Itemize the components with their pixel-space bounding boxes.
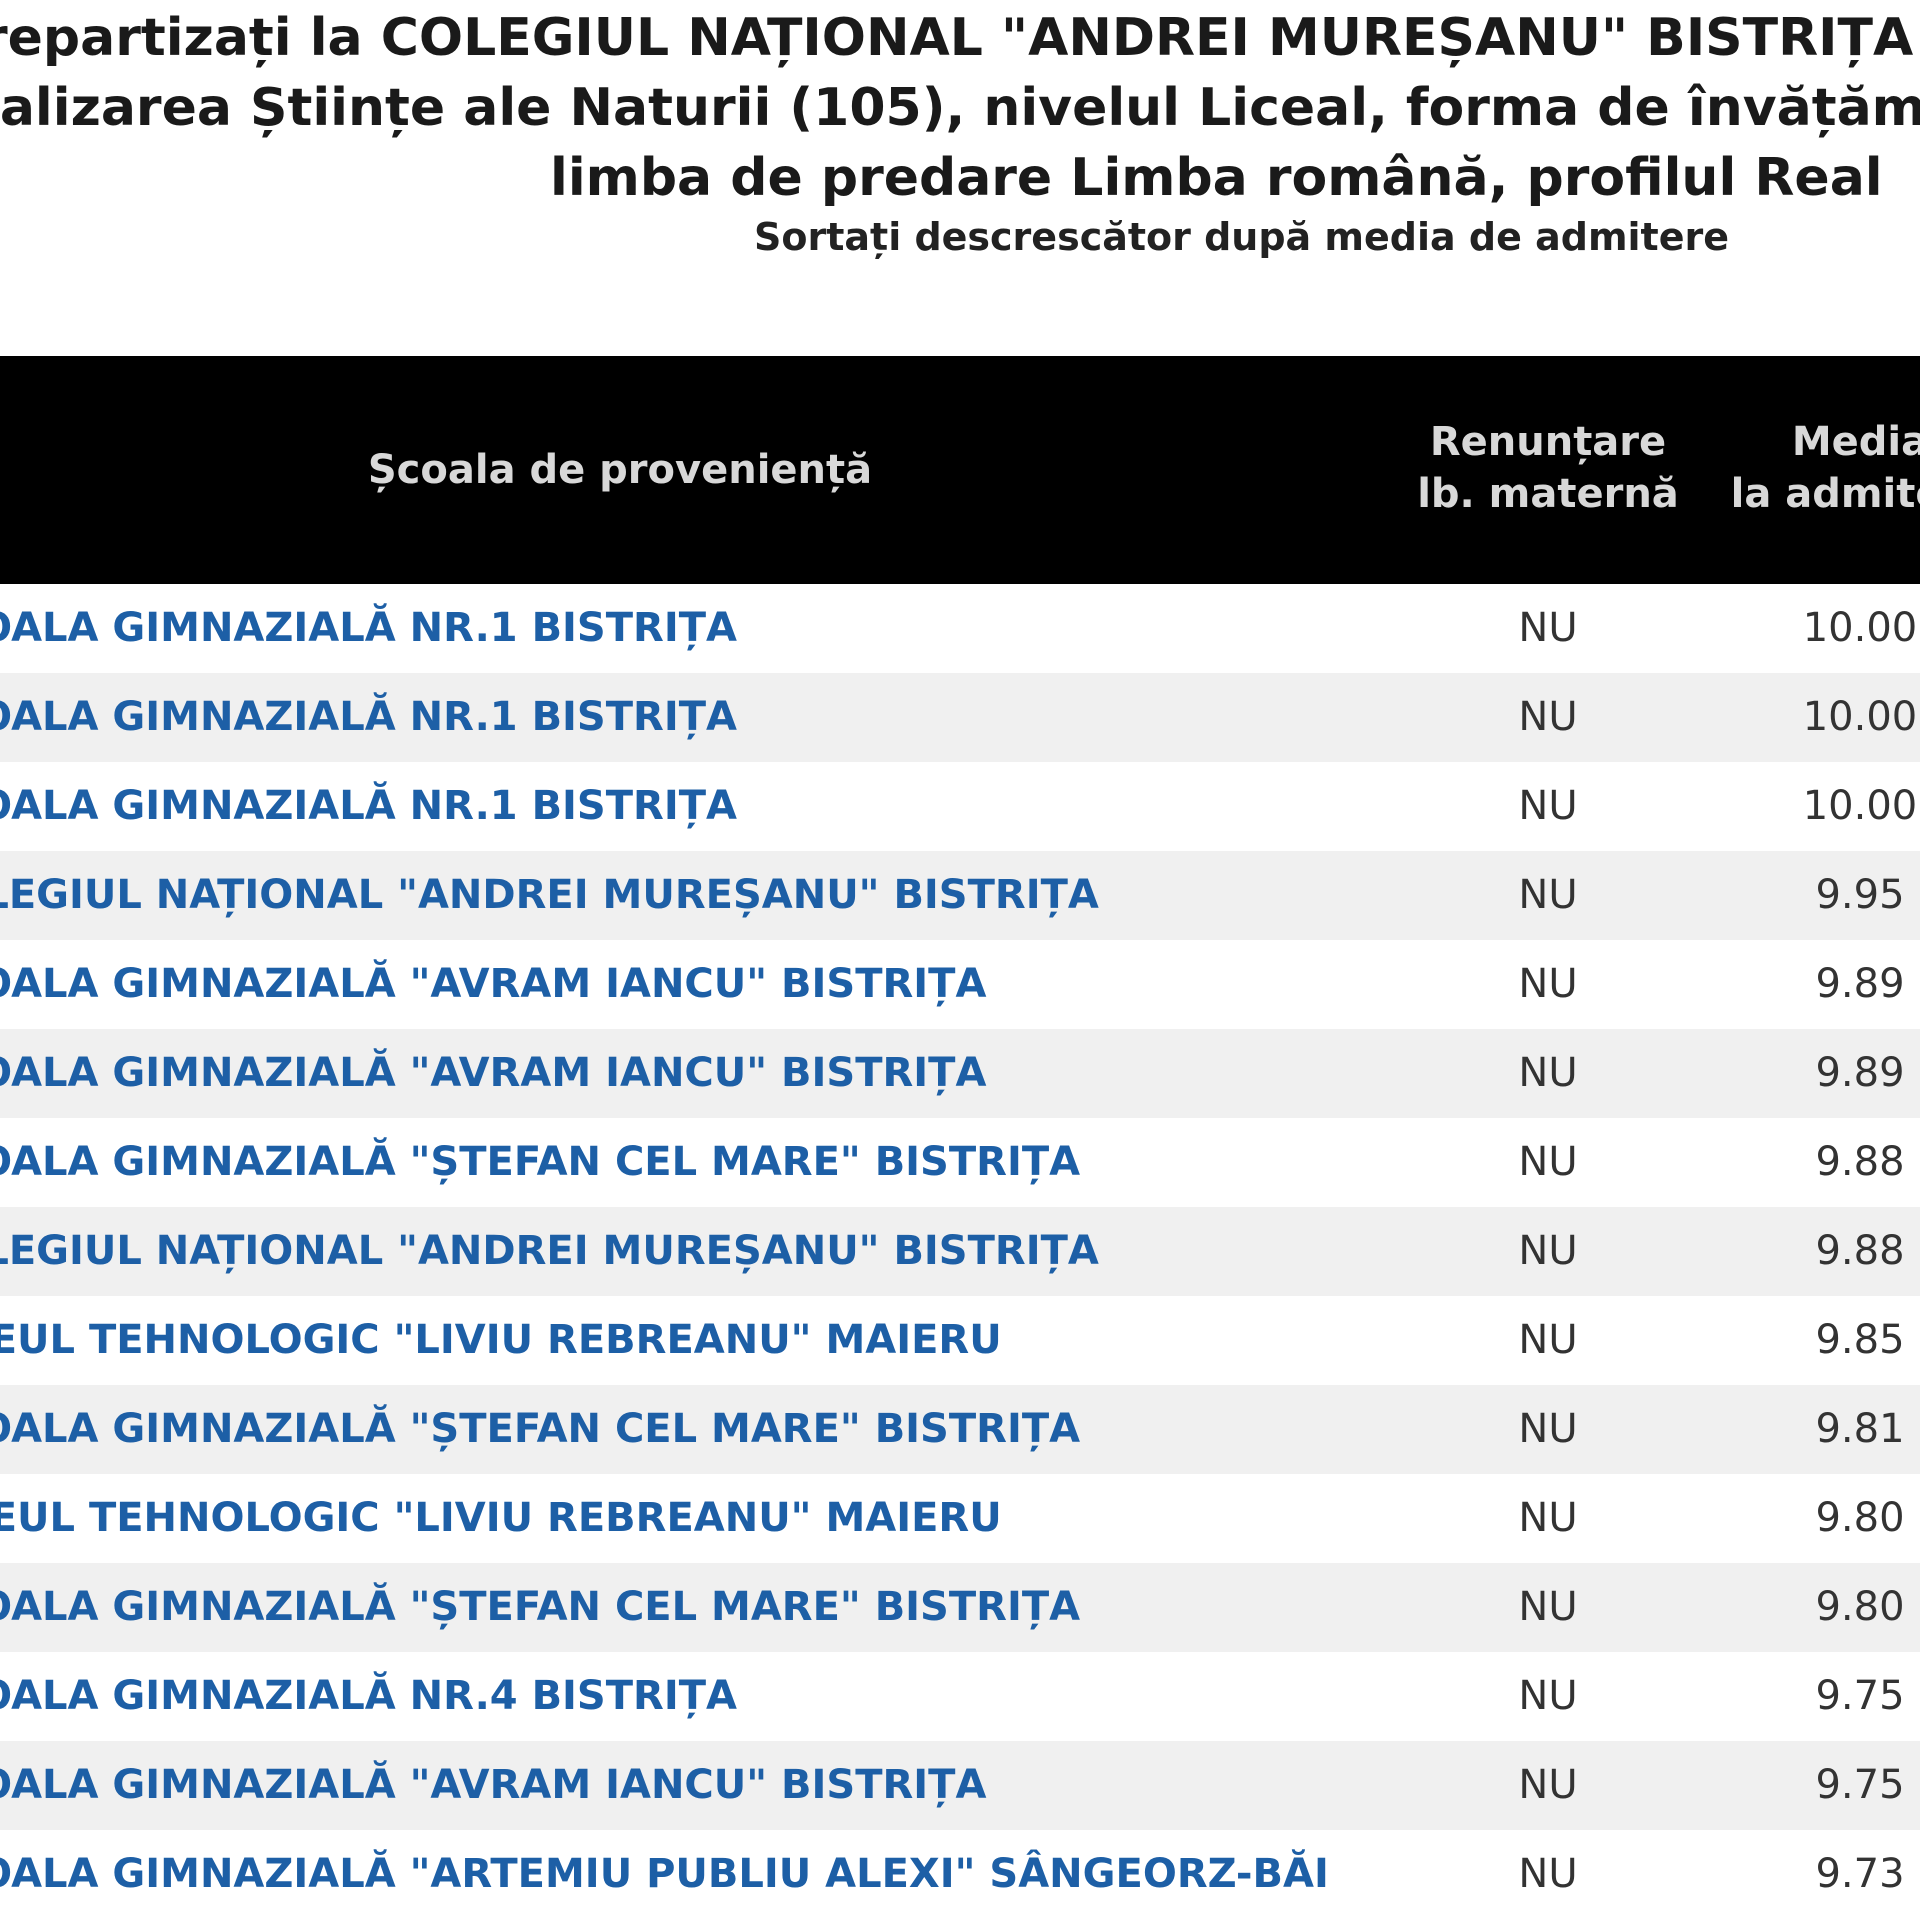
school-link[interactable]: ȘCOALA GIMNAZIALĂ NR.1 BISTRIȚA <box>0 584 737 673</box>
media-cell: 10.00 <box>1802 605 1918 651</box>
sort-hint: Sortați descrescător după media de admit… <box>754 215 1730 259</box>
school-link[interactable]: ȘCOALA GIMNAZIALĂ "AVRAM IANCU" BISTRIȚA <box>0 1029 986 1118</box>
media-cell: 9.80 <box>1815 1495 1905 1541</box>
school-link[interactable]: ȘCOALA GIMNAZIALĂ "ȘTEFAN CEL MARE" BIST… <box>0 1118 1080 1207</box>
renuntare-cell: NU <box>1518 1050 1578 1096</box>
renuntare-cell: NU <box>1518 1851 1578 1897</box>
renuntare-cell: NU <box>1518 1228 1578 1274</box>
table-row: COLEGIUL NAȚIONAL "ANDREI MUREȘANU" BIST… <box>0 851 1920 940</box>
renuntare-cell: NU <box>1518 694 1578 740</box>
page-title-line-1: repartizați la COLEGIUL NAȚIONAL "ANDREI… <box>0 8 1914 68</box>
column-header-school[interactable]: Școala de proveniență <box>0 444 1240 496</box>
renuntare-cell: NU <box>1518 1495 1578 1541</box>
table-row: LICEUL TEHNOLOGIC "LIVIU REBREANU" MAIER… <box>0 1474 1920 1563</box>
school-link[interactable]: ȘCOALA GIMNAZIALĂ "ȘTEFAN CEL MARE" BIST… <box>0 1385 1080 1474</box>
column-header-media[interactable]: Media la admitere <box>1700 416 1920 520</box>
school-link[interactable]: LICEUL TEHNOLOGIC "LIVIU REBREANU" MAIER… <box>0 1296 1002 1385</box>
media-cell: 9.81 <box>1815 1406 1905 1452</box>
table-row: COLEGIUL NAȚIONAL "ANDREI MUREȘANU" BIST… <box>0 1207 1920 1296</box>
table-row: ȘCOALA GIMNAZIALĂ "AVRAM IANCU" BISTRIȚA… <box>0 940 1920 1029</box>
table-row: ȘCOALA GIMNAZIALĂ NR.1 BISTRIȚA NU 10.00 <box>0 584 1920 673</box>
renuntare-cell: NU <box>1518 1406 1578 1452</box>
school-link[interactable]: LICEUL TEHNOLOGIC "LIVIU REBREANU" MAIER… <box>0 1474 1002 1563</box>
table-row: ȘCOALA GIMNAZIALĂ NR.1 BISTRIȚA NU 10.00 <box>0 762 1920 851</box>
column-header-school-label: Școala de proveniență <box>367 447 873 493</box>
media-cell: 9.75 <box>1815 1762 1905 1808</box>
school-link[interactable]: COLEGIUL NAȚIONAL "ANDREI MUREȘANU" BIST… <box>0 1207 1099 1296</box>
school-link[interactable]: ȘCOALA GIMNAZIALĂ NR.1 BISTRIȚA <box>0 762 737 851</box>
renuntare-cell: NU <box>1518 1584 1578 1630</box>
table-row: ȘCOALA GIMNAZIALĂ "ȘTEFAN CEL MARE" BIST… <box>0 1385 1920 1474</box>
column-header-renuntare-line2: lb. maternă <box>1417 471 1679 517</box>
school-link[interactable]: ȘCOALA GIMNAZIALĂ "AVRAM IANCU" BISTRIȚA <box>0 1741 986 1830</box>
table-row: ȘCOALA GIMNAZIALĂ "AVRAM IANCU" BISTRIȚA… <box>0 1029 1920 1118</box>
school-link[interactable]: ȘCOALA GIMNAZIALĂ "ȘTEFAN CEL MARE" BIST… <box>0 1563 1080 1652</box>
table-row: ȘCOALA GIMNAZIALĂ "ARTEMIU PUBLIU ALEXI"… <box>0 1830 1920 1919</box>
renuntare-cell: NU <box>1518 783 1578 829</box>
media-cell: 10.00 <box>1802 783 1918 829</box>
page: repartizați la COLEGIUL NAȚIONAL "ANDREI… <box>0 0 1920 1920</box>
table-row: ȘCOALA GIMNAZIALĂ "AVRAM IANCU" BISTRIȚA… <box>0 1741 1920 1830</box>
renuntare-cell: NU <box>1518 1762 1578 1808</box>
renuntare-cell: NU <box>1518 1673 1578 1719</box>
table-row: ȘCOALA GIMNAZIALĂ "ȘTEFAN CEL MARE" BIST… <box>0 1118 1920 1207</box>
results-table: Școala de proveniență Renunțare lb. mate… <box>0 356 1920 1919</box>
column-header-media-line1: Media <box>1791 419 1920 465</box>
renuntare-cell: NU <box>1518 605 1578 651</box>
table-row: ȘCOALA GIMNAZIALĂ NR.4 BISTRIȚA NU 9.75 <box>0 1652 1920 1741</box>
page-title-line-3: limba de predare Limba română, profilul … <box>550 148 1883 208</box>
school-link[interactable]: ȘCOALA GIMNAZIALĂ NR.1 BISTRIȚA <box>0 673 737 762</box>
media-cell: 10.00 <box>1802 694 1918 740</box>
table-row: ȘCOALA GIMNAZIALĂ NR.1 BISTRIȚA NU 10.00 <box>0 673 1920 762</box>
renuntare-cell: NU <box>1518 961 1578 1007</box>
media-cell: 9.89 <box>1815 961 1905 1007</box>
media-cell: 9.73 <box>1815 1851 1905 1897</box>
renuntare-cell: NU <box>1518 1317 1578 1363</box>
column-header-renuntare[interactable]: Renunțare lb. maternă <box>1388 416 1708 520</box>
school-link[interactable]: ȘCOALA GIMNAZIALĂ NR.4 BISTRIȚA <box>0 1652 737 1741</box>
table-row: LICEUL TEHNOLOGIC "LIVIU REBREANU" MAIER… <box>0 1296 1920 1385</box>
column-header-renuntare-line1: Renunțare <box>1429 419 1667 465</box>
media-cell: 9.88 <box>1815 1228 1905 1274</box>
media-cell: 9.75 <box>1815 1673 1905 1719</box>
media-cell: 9.85 <box>1815 1317 1905 1363</box>
table-row: ȘCOALA GIMNAZIALĂ "ȘTEFAN CEL MARE" BIST… <box>0 1563 1920 1652</box>
media-cell: 9.88 <box>1815 1139 1905 1185</box>
school-link[interactable]: ȘCOALA GIMNAZIALĂ "ARTEMIU PUBLIU ALEXI"… <box>0 1830 1329 1919</box>
media-cell: 9.80 <box>1815 1584 1905 1630</box>
renuntare-cell: NU <box>1518 1139 1578 1185</box>
table-header: Școala de proveniență Renunțare lb. mate… <box>0 356 1920 584</box>
media-cell: 9.89 <box>1815 1050 1905 1096</box>
column-header-media-line2: la admitere <box>1730 471 1920 517</box>
page-title-line-2: ializarea Științe ale Naturii (105), niv… <box>0 78 1920 138</box>
school-link[interactable]: ȘCOALA GIMNAZIALĂ "AVRAM IANCU" BISTRIȚA <box>0 940 986 1029</box>
table-body: ȘCOALA GIMNAZIALĂ NR.1 BISTRIȚA NU 10.00 ȘC… <box>0 584 1920 1919</box>
renuntare-cell: NU <box>1518 872 1578 918</box>
school-link[interactable]: COLEGIUL NAȚIONAL "ANDREI MUREȘANU" BIST… <box>0 851 1099 940</box>
media-cell: 9.95 <box>1815 872 1905 918</box>
